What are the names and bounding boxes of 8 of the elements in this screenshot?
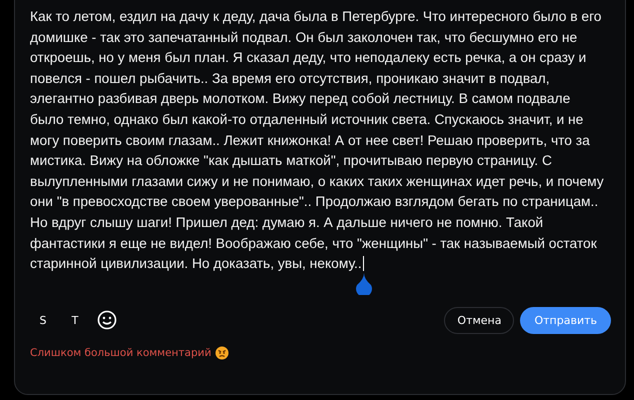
angry-face-icon (215, 346, 230, 360)
format-button[interactable]: S (30, 307, 56, 334)
format-button[interactable]: T (62, 307, 88, 334)
comment-text: Как то летом, ездил на дачу к деду, дача была в Петербурге. Что интересного было в его домишке - так это запечатанный подвал. Он был заколочен так, что бесшумно его не откроешь, но у меня был план. Я сказал деду, что неподалеку есть речка, а он сразу и повелся - пошел рыбачить.. За время его отсутствия, проникаю значит в подвал, элегантно разбивая дверь молотком. Вижу перед собой лестницу. В самом подвале было темно, однако был какой-то отдаленный источник света. Спускаюсь значит, и не могу поверить своим глазам.. Лежит книжонка! А от нее свет! Решаю проверить, что за мистика. Вижу на обложке "как дышать маткой", прочитываю первую страницу. С вылупленными глазами сижу и не понимаю, о каких таких женщинах идет речь, и почему они "в превосходстве своем уверованные".. Продолжаю взглядом бегать по страницам.. Но вдруг слышу шаги! Пришел дед: думаю я. А дальше ничего не помню. Такой фантастики я еще не видел! Воображаю себе, что "женщины" - так называемый остаток старинной цивилизации. Но доказать, увы, некому.. (30, 7, 607, 275)
cursor-handle-icon[interactable] (354, 273, 373, 296)
cancel-button[interactable]: Отмена (444, 306, 514, 334)
error-message: Слишком большой комментарий (30, 346, 212, 359)
comment-box[interactable] (14, 0, 626, 395)
